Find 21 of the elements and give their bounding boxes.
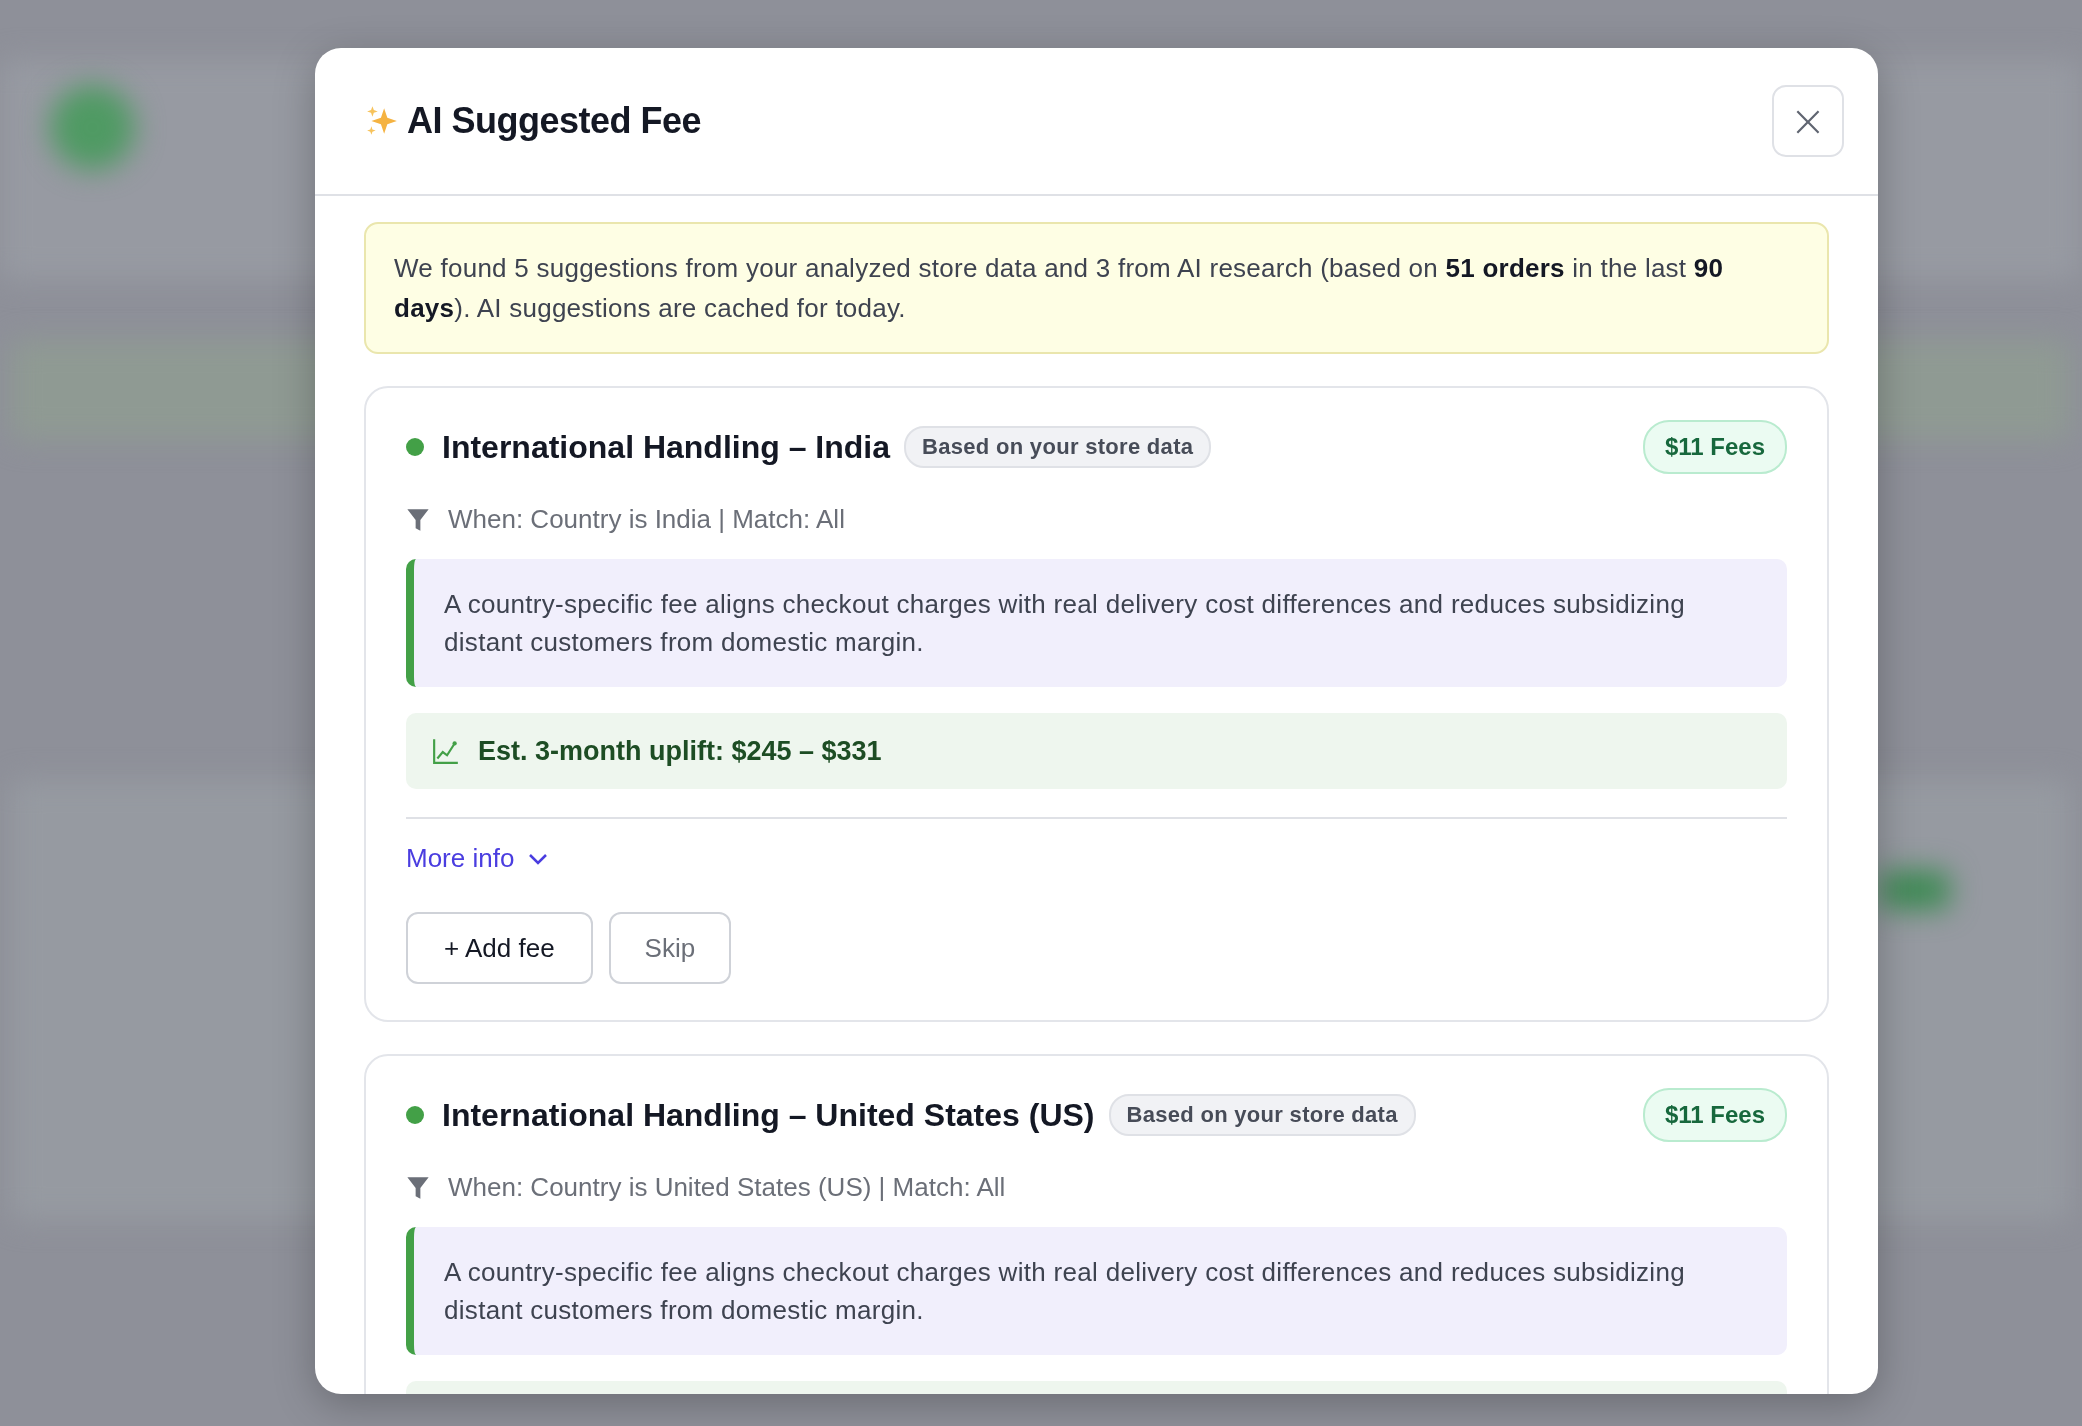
close-button[interactable]: × (1772, 85, 1844, 157)
more-info-link[interactable]: More info (406, 843, 549, 874)
condition-text: When: Country is India | Match: All (448, 504, 845, 535)
reason-box: A country-specific fee aligns checkout charges with real delivery cost differences and reduces subsidizing distant customers from domestic margin. (406, 559, 1787, 687)
chevron-icon (528, 852, 549, 865)
uplift-text: Est. 3-month uplift: $245 – $331 (478, 735, 882, 767)
suggestion-title: International Handling – India (442, 428, 891, 466)
suggestion-title: International Handling – United States (US) (442, 1096, 1095, 1134)
fee-amount-tag: $11 Fees (1642, 1088, 1787, 1142)
reason-box: A country-specific fee aligns checkout charges with real delivery cost differences and reduces subsidizing distant customers from domestic margin. (406, 1227, 1787, 1355)
fee-amount-tag: $11 Fees (1642, 420, 1787, 474)
source-tag: Based on your store data (904, 426, 1212, 468)
growth-chart-icon (432, 737, 460, 765)
condition-text: When: Country is United States (US) | Match: All (448, 1172, 1006, 1203)
filter-icon (406, 506, 430, 533)
skip-button[interactable]: Skip (608, 912, 732, 984)
filter-icon (406, 1174, 430, 1201)
add-fee-button[interactable]: + Add fee (406, 912, 593, 984)
notice-banner: We found 5 suggestions from your analyzed store data and 3 from AI research (based on 51 orders in the last 90 days). AI suggestions are cached for today. (364, 222, 1829, 354)
source-tag: Based on your store data (1108, 1094, 1416, 1136)
dialog-title: AI Suggested Fee (407, 100, 702, 142)
